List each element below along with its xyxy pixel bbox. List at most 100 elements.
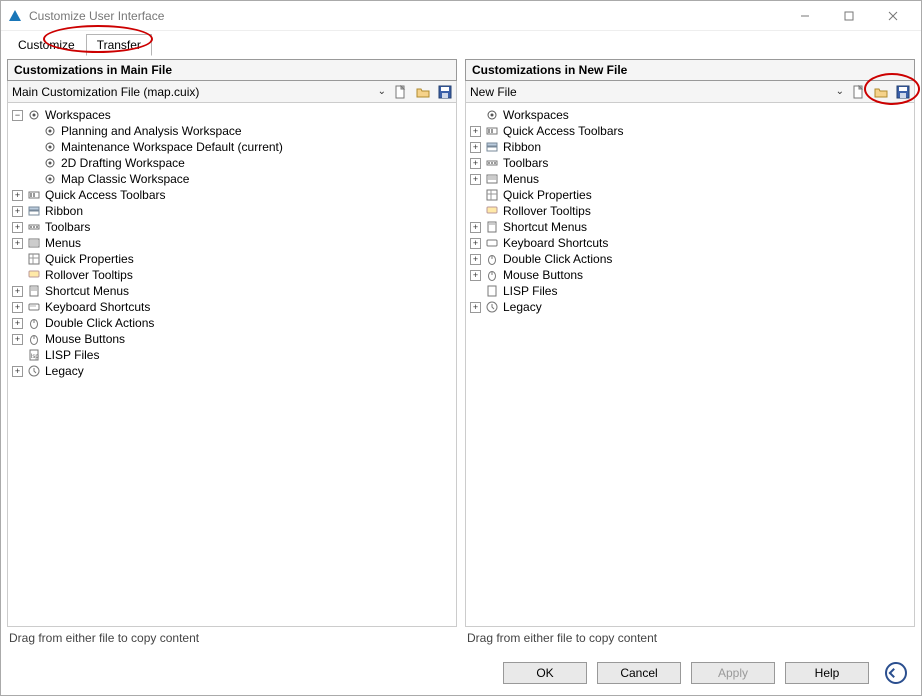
tree-node-ribbon[interactable]: +Ribbon [470,139,912,155]
expand-icon[interactable]: + [470,238,481,249]
gear-icon [26,107,42,123]
gear-icon [42,171,58,187]
tree-node-quick-access[interactable]: +Quick Access Toolbars [12,187,454,203]
tree-label: 2D Drafting Workspace [61,155,185,171]
tree-node-menus[interactable]: + Menus [12,235,454,251]
tree-label: Shortcut Menus [45,283,129,299]
tree-node-shortcut-menus[interactable]: + Shortcut Menus [12,283,454,299]
gear-icon [484,107,500,123]
gear-icon [42,155,58,171]
tab-customize[interactable]: Customize [7,34,86,56]
tree-node-ws-item[interactable]: Map Classic Workspace [28,171,454,187]
tab-transfer[interactable]: Transfer [86,34,152,56]
new-file-icon[interactable] [391,82,411,102]
left-file-select[interactable]: Main Customization File (map.cuix) ⌄ [8,81,390,102]
context-menu-icon [26,283,42,299]
tree-label: Menus [45,235,81,251]
tree-node-quick-access[interactable]: +Quick Access Toolbars [470,123,912,139]
properties-icon [26,251,42,267]
open-folder-icon[interactable] [413,82,433,102]
expand-icon[interactable]: + [470,158,481,169]
apply-button[interactable]: Apply [691,662,775,684]
tree-label: Toolbars [45,219,90,235]
toolbar-icon [484,155,500,171]
expand-icon[interactable]: + [12,302,23,313]
collapse-icon[interactable]: − [12,110,23,121]
mouse-icon [26,331,42,347]
expand-icon[interactable]: + [12,190,23,201]
tree-label: Double Click Actions [503,251,612,267]
tree-node-lisp-files[interactable]: LISP Files [470,283,912,299]
tree-node-menus[interactable]: +Menus [470,171,912,187]
open-folder-icon[interactable] [871,82,891,102]
tree-node-legacy[interactable]: +Legacy [12,363,454,379]
expand-icon[interactable]: + [470,126,481,137]
tree-node-quick-properties[interactable]: Quick Properties [12,251,454,267]
tree-node-mouse-buttons[interactable]: + Mouse Buttons [470,267,912,283]
expand-icon[interactable]: + [12,286,23,297]
expand-icon[interactable]: + [470,142,481,153]
expand-icon[interactable]: + [470,302,481,313]
left-tree[interactable]: − Workspaces Planning and Analysis Works… [7,103,457,627]
mouse-icon [484,251,500,267]
tree-node-double-click-actions[interactable]: +Double Click Actions [12,315,454,331]
right-file-select[interactable]: New File ⌄ [466,81,848,102]
tree-node-workspaces[interactable]: − Workspaces [12,107,454,123]
expand-icon[interactable]: + [12,222,23,233]
expand-icon[interactable]: + [470,222,481,233]
tree-node-legacy[interactable]: + Legacy [470,299,912,315]
tree-node-keyboard-shortcuts[interactable]: +Keyboard Shortcuts [12,299,454,315]
tree-node-double-click-actions[interactable]: + Double Click Actions [470,251,912,267]
tree-node-shortcut-menus[interactable]: +Shortcut Menus [470,219,912,235]
expand-icon[interactable]: + [12,366,23,377]
gear-icon [42,139,58,155]
save-icon[interactable] [893,82,913,102]
new-file-icon[interactable] [849,82,869,102]
tree-label: Legacy [503,299,542,315]
tree-node-quick-properties[interactable]: Quick Properties [470,187,912,203]
close-button[interactable] [871,2,915,30]
expand-icon[interactable]: + [470,270,481,281]
minimize-button[interactable] [783,2,827,30]
expand-icon[interactable]: + [12,206,23,217]
lisp-icon: lsp [26,347,42,363]
tree-node-toolbars[interactable]: + Toolbars [12,219,454,235]
tree-node-ribbon[interactable]: +Ribbon [12,203,454,219]
context-help-button[interactable] [885,662,907,684]
expand-icon[interactable]: + [470,254,481,265]
tree-label: Map Classic Workspace [61,171,189,187]
tree-node-ws-item[interactable]: Maintenance Workspace Default (current) [28,139,454,155]
left-file-label: Main Customization File (map.cuix) [12,85,199,99]
tabstrip: Customize Transfer [1,31,921,55]
expand-icon[interactable]: + [12,334,23,345]
tree-node-ws-item[interactable]: Planning and Analysis Workspace [28,123,454,139]
right-tree[interactable]: Workspaces +Quick Access Toolbars +Ribbo… [465,103,915,627]
right-file-row: New File ⌄ [465,81,915,103]
tree-label: Planning and Analysis Workspace [61,123,242,139]
tree-node-workspaces[interactable]: Workspaces [470,107,912,123]
save-icon[interactable] [435,82,455,102]
tree-node-mouse-buttons[interactable]: +Mouse Buttons [12,331,454,347]
tree-label: Toolbars [503,155,548,171]
tree-node-rollover-tooltips[interactable]: Rollover Tooltips [12,267,454,283]
help-button[interactable]: Help [785,662,869,684]
tree-node-toolbars[interactable]: + Toolbars [470,155,912,171]
tree-label: Mouse Buttons [503,267,583,283]
gear-icon [42,123,58,139]
legacy-icon [26,363,42,379]
keyboard-icon [484,235,500,251]
tree-node-keyboard-shortcuts[interactable]: +Keyboard Shortcuts [470,235,912,251]
maximize-button[interactable] [827,2,871,30]
tree-node-ws-item[interactable]: 2D Drafting Workspace [28,155,454,171]
ok-button[interactable]: OK [503,662,587,684]
tree-node-rollover-tooltips[interactable]: Rollover Tooltips [470,203,912,219]
tree-label: LISP Files [503,283,557,299]
cancel-button[interactable]: Cancel [597,662,681,684]
toolbar-icon [26,187,42,203]
expand-icon[interactable]: + [12,238,23,249]
properties-icon [484,187,500,203]
expand-icon[interactable]: + [12,318,23,329]
legacy-icon [484,299,500,315]
tree-node-lisp-files[interactable]: lspLISP Files [12,347,454,363]
expand-icon[interactable]: + [470,174,481,185]
